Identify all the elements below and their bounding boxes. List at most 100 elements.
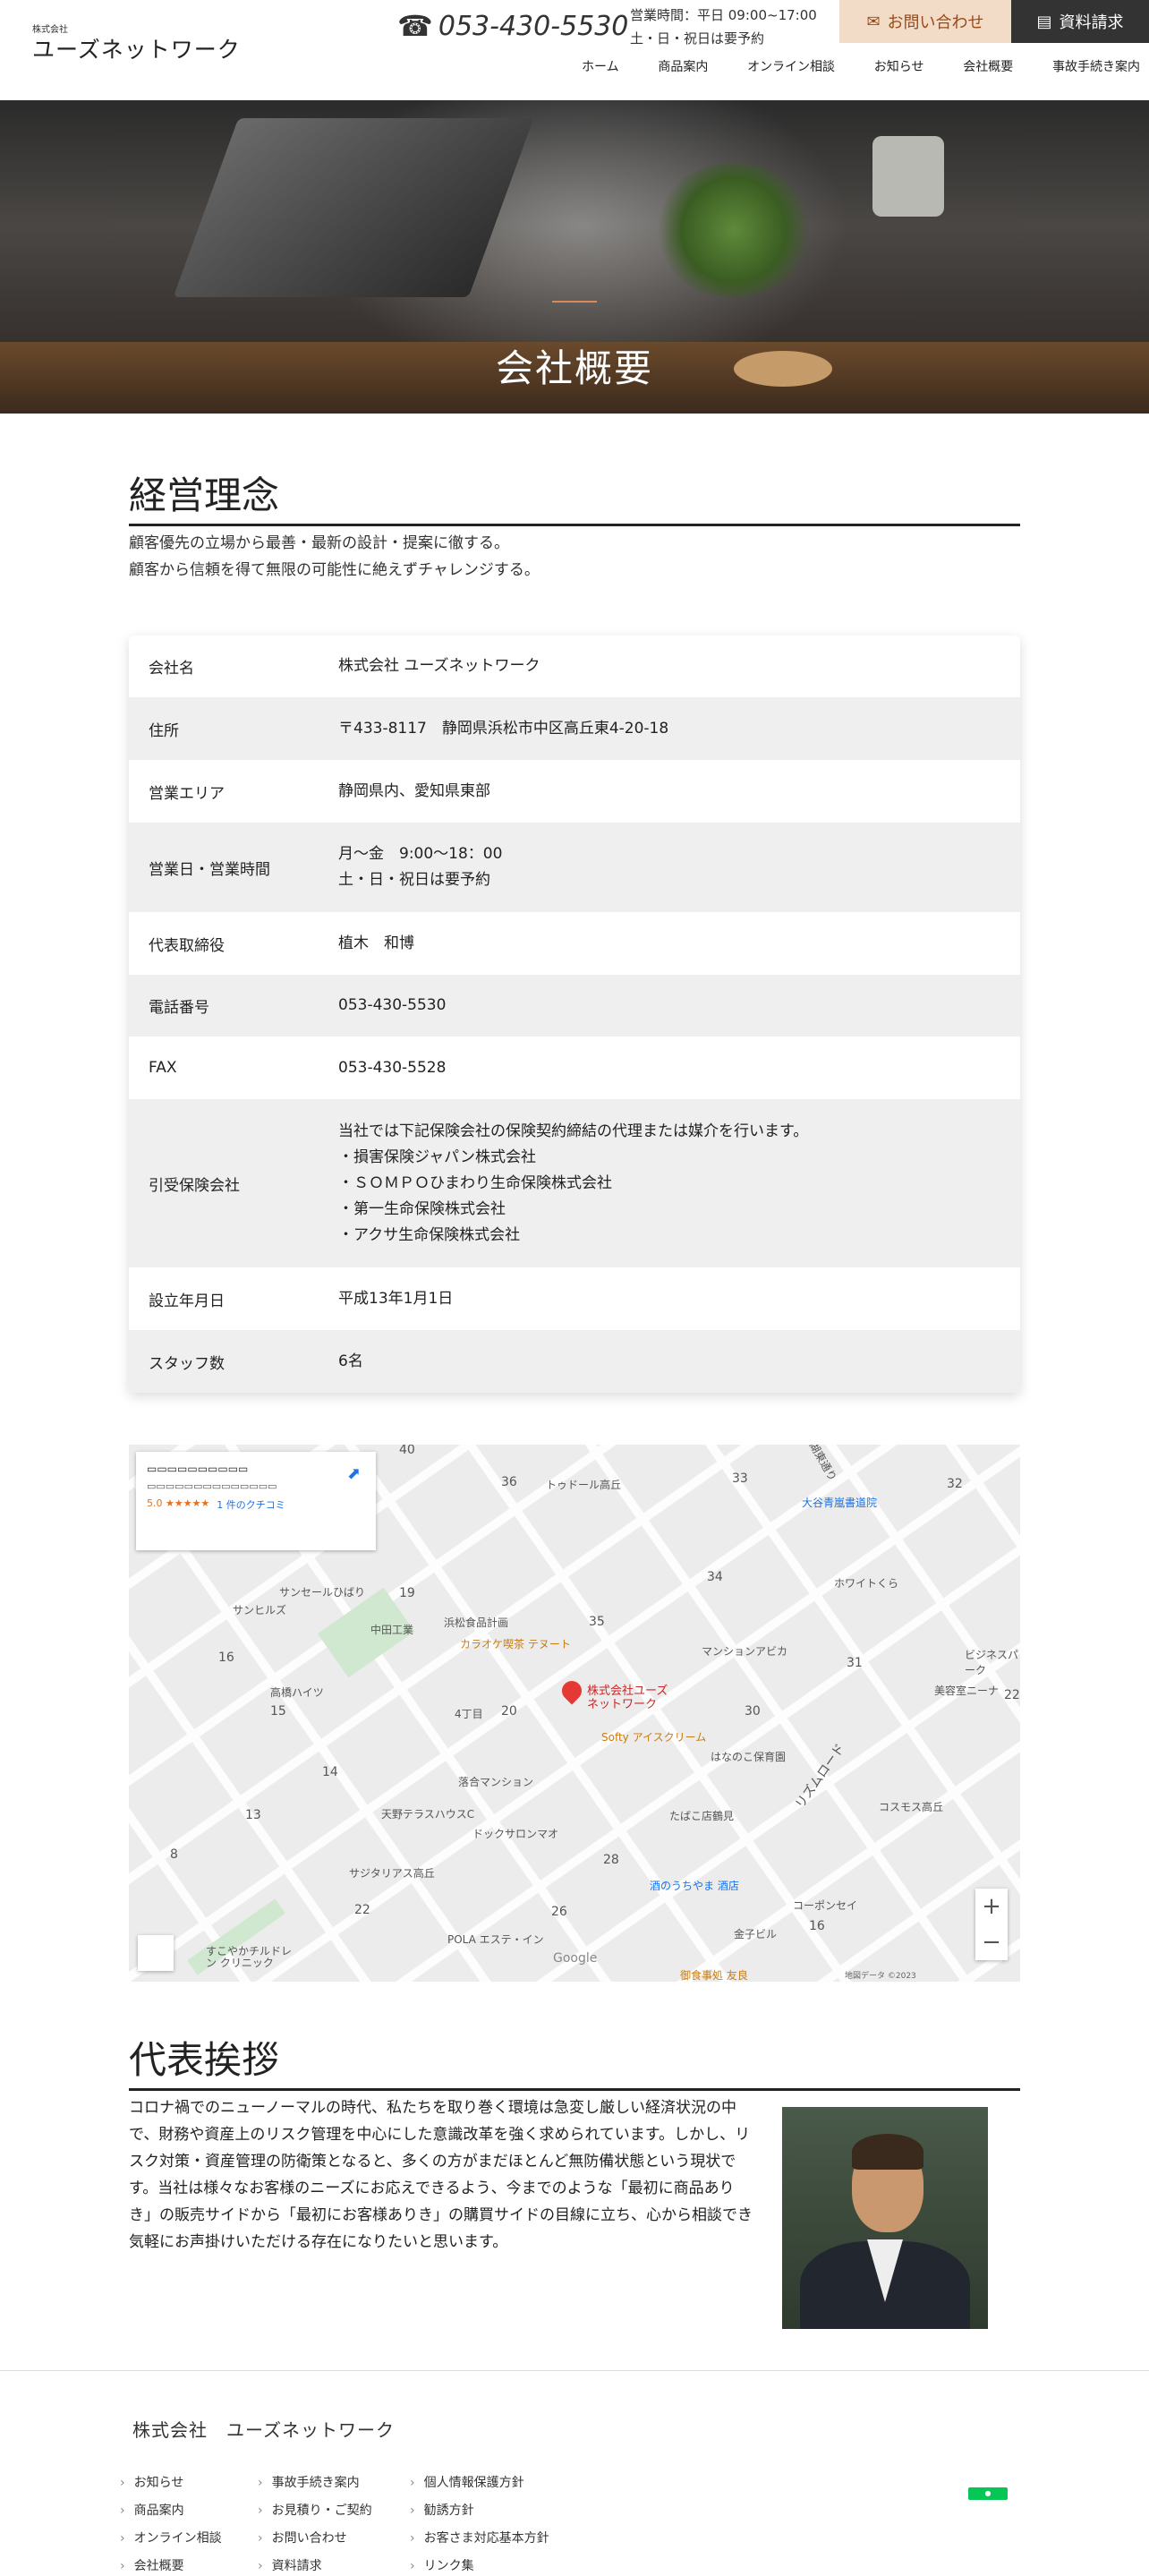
phone-icon: ☎ [397, 9, 433, 43]
map-block-number: 22 [1004, 1688, 1020, 1702]
map-block-number: 35 [589, 1615, 605, 1629]
table-row: FAX 053-430-5528 [129, 1036, 1020, 1099]
map-place-label: すこやかチルドレン クリニック [206, 1945, 293, 1969]
zoom-in-button[interactable]: + [982, 1893, 1001, 1920]
row-value: 静岡県内、愛知県東部 [338, 779, 1020, 805]
footer-links-col-3: 個人情報保護方針 勧誘方針 お客さま対応基本方針 リンク集 [422, 2469, 549, 2576]
google-map[interactable]: 浜松食品計画 カラオケ喫茶 テヌート Softy アイスクリーム マンションアビ… [129, 1445, 1020, 1982]
google-logo: Google [553, 1951, 598, 1966]
nav-item-news[interactable]: お知らせ [874, 57, 924, 75]
table-row: 代表取締役 植木 和博 [129, 912, 1020, 975]
map-block-number: 20 [501, 1704, 517, 1719]
map-place-label: マンションアビカ [702, 1645, 788, 1658]
map-place-label: 高橋ハイツ [270, 1686, 324, 1699]
footer-link[interactable]: お客さま対応基本方針 [422, 2525, 549, 2553]
table-row: 会社名 株式会社 ユーズネットワーク [129, 635, 1020, 697]
row-label: FAX [149, 1059, 177, 1077]
map-place-label: ホワイトくら [834, 1577, 899, 1590]
table-row: 引受保険会社 当社では下記保険会社の保険契約締結の代理または媒介を行います。 ・… [129, 1099, 1020, 1267]
company-info-table: 会社名 株式会社 ユーズネットワーク 住所 〒433-8117 静岡県浜松市中区… [129, 635, 1020, 1393]
map-place-label: POLA エステ・イン [447, 1933, 544, 1946]
map-layer-toggle[interactable] [138, 1935, 174, 1971]
review-count-link[interactable]: 1 件のクチコミ [217, 1497, 285, 1512]
photo-hair [852, 2134, 923, 2170]
site-footer: 株式会社 ユーズネットワーク お知らせ 商品案内 オンライン相談 会社概要 事故… [0, 2370, 1149, 2576]
value-line[interactable]: 053-430-5530 [338, 993, 1020, 1019]
table-row: 設立年月日 平成13年1月1日 [129, 1267, 1020, 1330]
map-block-number: 16 [218, 1651, 234, 1665]
map-block-number: 14 [322, 1765, 338, 1779]
footer-link[interactable]: 商品案内 [132, 2497, 222, 2525]
document-icon: ▤ [1036, 12, 1052, 31]
map-place-label: サジタリアス高丘 [349, 1867, 435, 1880]
phone-number[interactable]: ☎ 053-430-5530 [397, 9, 628, 43]
pin-label-line-2: ネットワーク [587, 1698, 658, 1711]
footer-link[interactable]: 事故手続き案内 [270, 2469, 372, 2497]
hero-plant-image [653, 163, 814, 297]
map-place-label: たばこ店鶴見 [669, 1810, 735, 1822]
footer-links-col-1: お知らせ 商品案内 オンライン相談 会社概要 [132, 2469, 222, 2576]
value-line: ・アクサ生命保険株式会社 [338, 1225, 521, 1244]
phone-text: 053-430-5530 [438, 10, 629, 42]
map-block-number: 26 [551, 1905, 567, 1919]
map-card-title: ▭▭▭▭▭▭▭▭▭▭ [147, 1463, 249, 1475]
map-block-number: 36 [501, 1475, 517, 1489]
footer-link[interactable]: 個人情報保護方針 [422, 2469, 549, 2497]
page-title: 会社概要 [495, 346, 653, 390]
map-copyright: 地図データ ©2023 [845, 1972, 916, 1981]
map-place-label: 大谷青嵐書道院 [802, 1497, 878, 1509]
site-logo[interactable]: ユーズネットワーク [32, 32, 241, 64]
philosophy-text: 顧客優先の立場から最善・最新の設計・提案に徹する。 顧客から信頼を得て無限の可能… [129, 530, 540, 584]
footer-link[interactable]: 会社概要 [132, 2553, 222, 2576]
map-block-number: 40 [399, 1445, 415, 1457]
footer-link[interactable]: 勧誘方針 [422, 2497, 549, 2525]
nav-item-products[interactable]: 商品案内 [658, 57, 708, 75]
row-value: 当社では下記保険会社の保険契約締結の代理または媒介を行います。 ・損害保険ジャパ… [338, 1119, 1020, 1249]
map-block-number: 28 [603, 1853, 619, 1867]
value-line: 〒433-8117 静岡県浜松市中区高丘東4-20-18 [338, 719, 669, 738]
docs-button-label: 資料請求 [1059, 13, 1124, 32]
map-block-number: 34 [707, 1570, 723, 1584]
row-value: 月～金 9:00～18：00 土・日・祝日は要予約 [338, 841, 1020, 893]
footer-link[interactable]: お問い合わせ [270, 2525, 372, 2553]
map-place-card[interactable]: ▭▭▭▭▭▭▭▭▭▭ ▭▭▭▭▭▭▭▭▭▭▭▭▭▭ 5.0 ★★★★★ 1 件の… [136, 1452, 376, 1550]
map-block-number: 31 [847, 1656, 863, 1670]
table-row: 住所 〒433-8117 静岡県浜松市中区高丘東4-20-18 [129, 697, 1020, 760]
map-block-number: 22 [354, 1903, 370, 1917]
contact-button[interactable]: ✉ お問い合わせ [839, 0, 1011, 43]
map-place-label: 落合マンション [458, 1776, 534, 1788]
map-place-label: Softy アイスクリーム [601, 1731, 707, 1744]
hero-banner: 会社概要 [0, 100, 1149, 414]
footer-link[interactable]: リンク集 [422, 2553, 549, 2576]
value-line: 当社では下記保険会社の保険契約締結の代理または媒介を行います。 [338, 1122, 809, 1140]
value-line: 月～金 9:00～18：00 [338, 845, 503, 863]
footer-link[interactable]: オンライン相談 [132, 2525, 222, 2553]
footer-link[interactable]: 資料請求 [270, 2553, 372, 2576]
philosophy-line-1: 顧客優先の立場から最善・最新の設計・提案に徹する。 [129, 534, 509, 552]
value-line: 植木 和博 [338, 934, 414, 952]
footer-link[interactable]: お知らせ [132, 2469, 222, 2497]
zoom-out-button[interactable]: − [982, 1929, 1001, 1956]
row-value: 株式会社 ユーズネットワーク [338, 653, 1020, 679]
footer-link[interactable]: お見積り・ご契約 [270, 2497, 372, 2525]
hero-accent-line [552, 301, 597, 303]
map-block-number: 16 [809, 1919, 825, 1933]
pin-label-line-1: 株式会社ユーズ [587, 1685, 668, 1698]
rating-stars: 5.0 ★★★★★ [147, 1497, 210, 1509]
mail-icon: ✉ [866, 12, 881, 31]
line-badge-icon[interactable]: ● [968, 2487, 1008, 2500]
docs-request-button[interactable]: ▤ 資料請求 [1011, 0, 1149, 43]
greeting-text: コロナ禍でのニューノーマルの時代、私たちを取り巻く環境は急変し厳しい経済状況の中… [129, 2099, 753, 2251]
nav-item-home[interactable]: ホーム [582, 57, 619, 75]
directions-icon[interactable]: ⬈ [347, 1464, 361, 1483]
nav-item-online-consult[interactable]: オンライン相談 [747, 57, 835, 75]
map-block-number: 8 [170, 1847, 178, 1862]
map-place-label: サンヒルズ [233, 1604, 287, 1616]
nav-item-company[interactable]: 会社概要 [963, 57, 1013, 75]
value-line: 株式会社 ユーズネットワーク [338, 657, 540, 675]
nav-item-accident[interactable]: 事故手続き案内 [1052, 57, 1140, 75]
philosophy-heading: 経営理念 [129, 465, 1020, 526]
map-place-label: 御食事処 友良 [680, 1969, 748, 1982]
map-place-label: カラオケ喫茶 テヌート [460, 1638, 571, 1651]
row-label: 設立年月日 [149, 1292, 225, 1310]
